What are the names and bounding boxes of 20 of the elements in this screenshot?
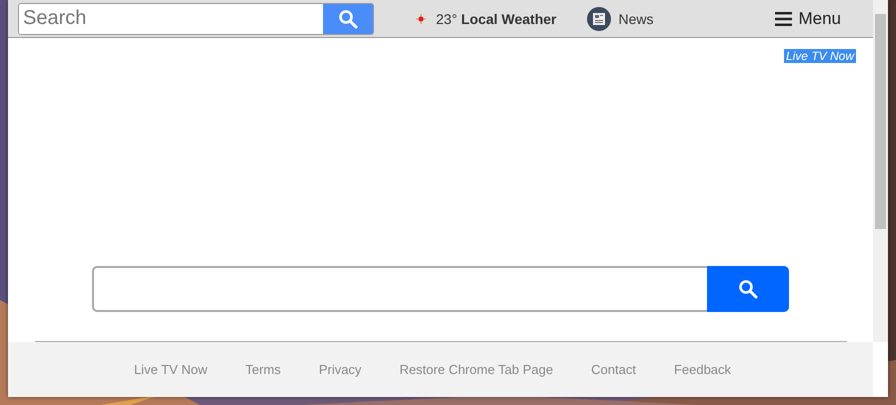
footer-link[interactable]: Restore Chrome Tab Page (399, 362, 554, 377)
search-button[interactable] (323, 4, 373, 34)
search-button[interactable] (707, 266, 789, 312)
footer-link[interactable]: Privacy (318, 362, 362, 377)
footer-link[interactable]: Live TV Now (134, 362, 208, 377)
footer-link[interactable]: Contact (591, 362, 636, 377)
search-icon (738, 279, 758, 299)
sun-icon (416, 14, 426, 24)
scrollbar[interactable] (873, 0, 888, 342)
footer-link[interactable]: Feedback (674, 362, 732, 377)
weather-text: 23° Local Weather (436, 10, 556, 26)
menu-icon (775, 12, 792, 26)
search-icon (338, 8, 358, 28)
news-link[interactable]: News (586, 6, 654, 30)
search-field[interactable] (92, 266, 707, 312)
footer-link[interactable]: Terms (245, 362, 281, 377)
newspaper-icon (586, 6, 610, 30)
live-tv-link[interactable]: Live TV Now (784, 49, 856, 63)
menu-button[interactable]: Menu (769, 8, 847, 30)
search-field[interactable]: Search (18, 2, 374, 34)
